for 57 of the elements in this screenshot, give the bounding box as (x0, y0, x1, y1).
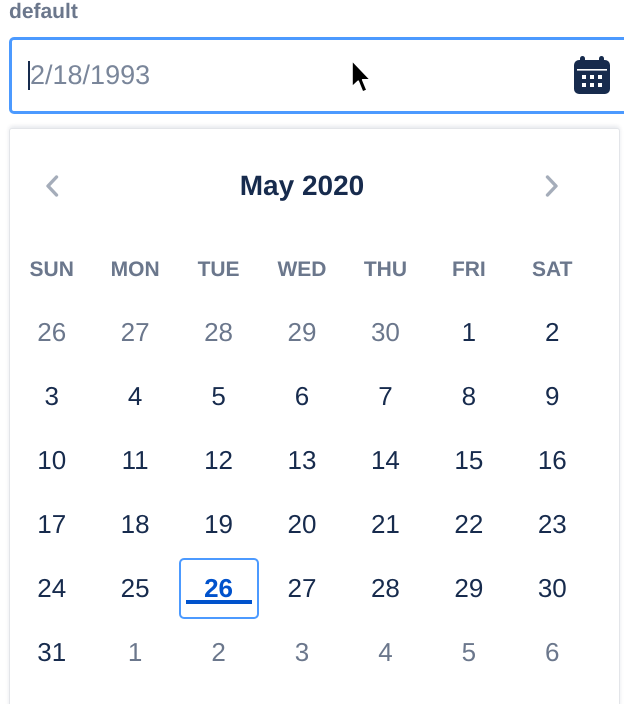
day-button[interactable]: 14 (345, 430, 426, 490)
day-button[interactable]: 25 (95, 558, 176, 618)
day-button[interactable]: 17 (12, 494, 92, 554)
weekday-label: SUN (30, 257, 74, 283)
day-button[interactable]: 24 (12, 558, 92, 618)
day-button[interactable]: 1 (428, 302, 509, 362)
day-button[interactable]: 10 (12, 430, 92, 490)
day-button[interactable]: 28 (345, 558, 426, 618)
day-button[interactable]: 30 (512, 558, 592, 618)
day-button[interactable]: 30 (345, 302, 426, 362)
day-button[interactable]: 3 (262, 622, 342, 682)
day-button[interactable]: 28 (178, 302, 259, 362)
chevron-left-icon (44, 175, 59, 197)
day-button[interactable]: 12 (178, 430, 259, 490)
day-button[interactable]: 26 (178, 558, 259, 618)
day-button[interactable]: 21 (345, 494, 426, 554)
day-button[interactable]: 11 (95, 430, 176, 490)
weekday-label: WED (277, 257, 326, 283)
day-button[interactable]: 5 (178, 366, 259, 426)
weekday-label: MON (110, 257, 160, 283)
day-button[interactable]: 7 (345, 366, 426, 426)
day-button[interactable]: 5 (428, 622, 509, 682)
weekday-label: TUE (198, 257, 240, 283)
today-underline (186, 600, 252, 604)
day-button[interactable]: 3 (12, 366, 92, 426)
day-button[interactable]: 16 (512, 430, 592, 490)
day-button[interactable]: 15 (428, 430, 509, 490)
day-button[interactable]: 4 (345, 622, 426, 682)
weekday-label: FRI (452, 257, 486, 283)
day-button[interactable]: 29 (262, 302, 342, 362)
chevron-right-icon (545, 175, 560, 197)
day-button[interactable]: 22 (428, 494, 509, 554)
day-button[interactable]: 1 (95, 622, 176, 682)
day-button[interactable]: 8 (428, 366, 509, 426)
day-button[interactable]: 23 (512, 494, 592, 554)
weekday-label: SAT (532, 257, 572, 283)
day-button[interactable]: 4 (95, 366, 176, 426)
day-button[interactable]: 2 (512, 302, 592, 362)
day-button[interactable]: 2 (178, 622, 259, 682)
weekday-label: THU (364, 257, 407, 283)
date-input-field[interactable]: 2/18/1993 (9, 37, 624, 114)
day-button[interactable]: 29 (428, 558, 509, 618)
day-button[interactable]: 6 (262, 366, 342, 426)
day-button[interactable]: 31 (12, 622, 92, 682)
day-button[interactable]: 18 (95, 494, 176, 554)
day-button[interactable]: 19 (178, 494, 259, 554)
day-button[interactable]: 9 (512, 366, 592, 426)
day-button[interactable]: 20 (262, 494, 342, 554)
text-cursor-icon (28, 61, 30, 90)
month-title: May 2020 (240, 169, 364, 203)
day-button[interactable]: 26 (12, 302, 92, 362)
day-button[interactable]: 27 (95, 302, 176, 362)
day-button[interactable]: 13 (262, 430, 342, 490)
day-button[interactable]: 27 (262, 558, 342, 618)
field-label: default (9, 0, 78, 24)
calendar-icon (574, 56, 610, 94)
day-button[interactable]: 6 (512, 622, 592, 682)
